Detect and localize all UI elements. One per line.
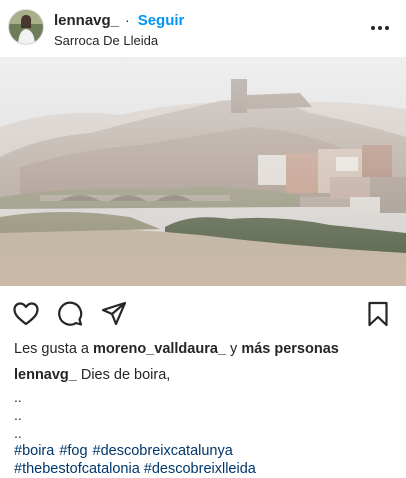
caption-text: Dies de boira, <box>80 367 171 383</box>
likes-summary: Les gusta a moreno_valldaura_ y más pers… <box>14 340 339 358</box>
paper-plane-icon[interactable] <box>100 300 128 328</box>
username[interactable]: lennavg_ <box>54 12 119 30</box>
post-photo[interactable] <box>0 57 406 286</box>
comment-bubble-icon[interactable] <box>56 300 84 328</box>
avatar[interactable] <box>9 10 43 44</box>
caption-username[interactable]: lennavg_ <box>14 367 77 383</box>
caption-line: .. <box>14 407 22 423</box>
follow-button[interactable]: Seguir <box>138 12 185 30</box>
hashtags-more[interactable]: #thebestofcatalonia #descobreixlleida <box>14 460 256 478</box>
bookmark-outline-icon[interactable] <box>364 300 392 328</box>
more-horizontal-icon[interactable] <box>368 16 392 40</box>
actions-bar <box>0 290 406 334</box>
caption-line: .. <box>14 425 22 441</box>
likes-connector: y <box>230 341 238 357</box>
hashtags: #boira #fog #descobreixcatalunya <box>14 442 238 460</box>
post-header: lennavg_ · Seguir Sarroca De Lleida <box>0 0 406 56</box>
location-link[interactable]: Sarroca De Lleida <box>54 32 184 50</box>
liker-username[interactable]: moreno_valldaura_ <box>93 341 226 357</box>
likes-prefix: Les gusta a <box>14 341 89 357</box>
hashtag-link[interactable]: #descobreixcatalunya <box>93 443 233 459</box>
caption-line: .. <box>14 389 22 405</box>
separator-dot: · <box>125 12 130 28</box>
user-block: lennavg_ · Seguir Sarroca De Lleida <box>54 11 184 50</box>
heart-outline-icon[interactable] <box>12 300 40 328</box>
hashtag-link[interactable]: #fog <box>59 443 87 459</box>
likes-others-link[interactable]: más personas <box>241 341 339 357</box>
hashtag-link[interactable]: #boira <box>14 443 54 459</box>
caption: lennavg_ Dies de boira, <box>14 366 170 384</box>
